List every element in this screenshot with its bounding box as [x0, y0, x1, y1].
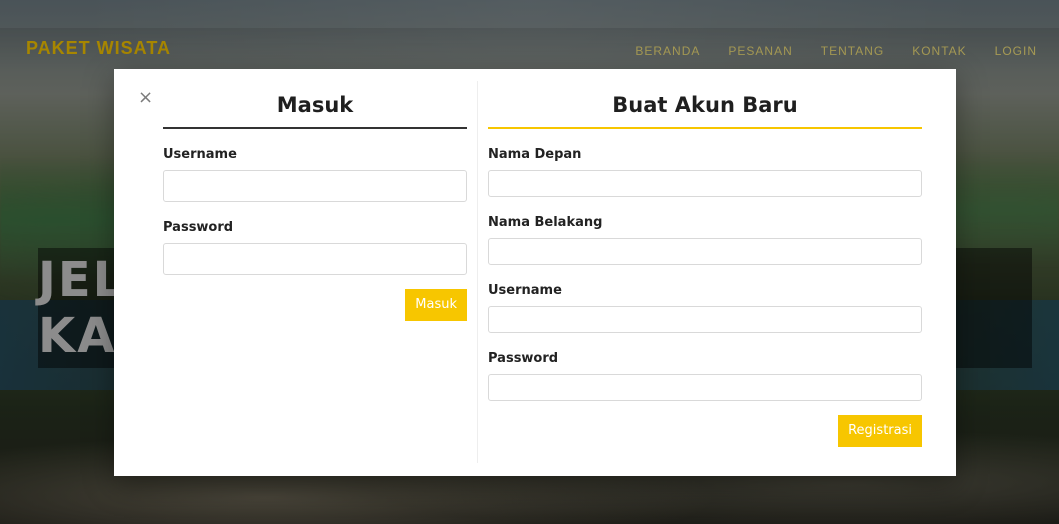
register-submit-button[interactable]: Registrasi — [838, 415, 922, 447]
login-submit-button[interactable]: Masuk — [405, 289, 467, 321]
login-password-label: Password — [163, 220, 234, 235]
register-title: Buat Akun Baru — [612, 93, 798, 117]
register-last-name-input[interactable] — [488, 238, 922, 265]
register-password-input[interactable] — [488, 374, 922, 401]
login-panel: Masuk Username Password Masuk — [163, 87, 467, 321]
login-actions: Masuk — [163, 289, 467, 321]
login-password-input[interactable] — [163, 243, 467, 275]
register-actions: Registrasi — [488, 415, 922, 447]
login-username-label: Username — [163, 147, 237, 162]
register-last-name-label: Nama Belakang — [488, 215, 603, 230]
login-username-input[interactable] — [163, 170, 467, 202]
register-username-label: Username — [488, 283, 562, 298]
register-username-input[interactable] — [488, 306, 922, 333]
login-title: Masuk — [276, 93, 354, 117]
auth-modal: × Masuk Username Password Masuk Buat Aku… — [114, 69, 956, 476]
login-title-underline — [163, 127, 467, 129]
register-first-name-label: Nama Depan — [488, 147, 582, 162]
register-first-name-input[interactable] — [488, 170, 922, 197]
register-title-underline — [488, 127, 922, 129]
register-panel: Buat Akun Baru Nama Depan Nama Belakang … — [488, 87, 922, 447]
modal-divider — [477, 81, 478, 463]
close-icon[interactable]: × — [138, 87, 153, 108]
register-password-label: Password — [488, 351, 559, 366]
